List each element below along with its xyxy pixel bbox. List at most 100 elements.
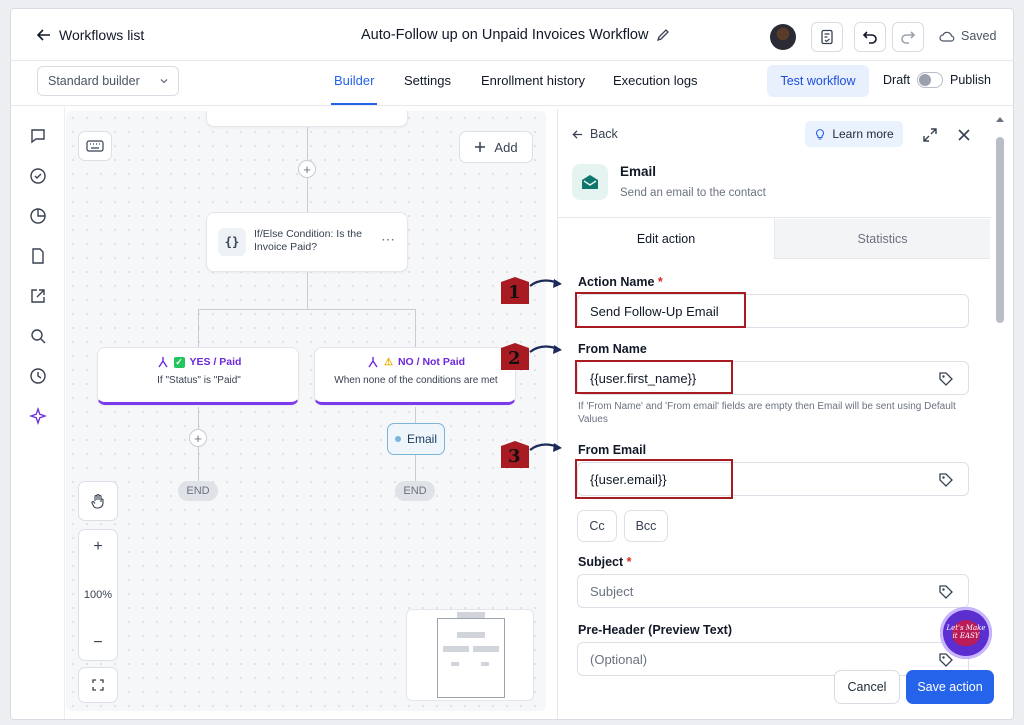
branch-no-node[interactable]: ⚠ NO / Not Paid When none of the conditi…: [314, 347, 516, 405]
branch-icon: [157, 357, 168, 368]
add-label: Add: [494, 139, 518, 155]
zoom-out-button[interactable]: −: [93, 634, 102, 652]
keyboard-shortcuts-button[interactable]: [78, 131, 112, 161]
save-action-button[interactable]: Save action: [906, 670, 994, 704]
annotation-number: 1: [508, 282, 521, 303]
close-icon[interactable]: [957, 128, 971, 142]
watermark-logo: Let's Make it EASY: [940, 607, 992, 659]
pie-chart-icon[interactable]: [29, 207, 47, 225]
undo-button[interactable]: [854, 22, 886, 52]
branch-yes-node[interactable]: ✓ YES / Paid If "Status" is "Paid": [97, 347, 299, 405]
pencil-icon[interactable]: [656, 28, 670, 42]
scroll-up-icon[interactable]: [995, 115, 1005, 123]
connector: [415, 407, 416, 423]
left-rail: [11, 107, 65, 719]
connector: [415, 455, 416, 481]
redo-button[interactable]: [892, 22, 924, 52]
email-node[interactable]: Email: [387, 423, 445, 455]
expand-icon[interactable]: [922, 127, 938, 143]
pan-mode-button[interactable]: [78, 481, 118, 521]
arrow-left-icon: [37, 29, 50, 41]
cc-button[interactable]: Cc: [577, 510, 617, 542]
tab-execution-logs[interactable]: Execution logs: [613, 73, 698, 88]
zoom-controls: + 100% −: [78, 529, 118, 661]
tab-enrollment-history[interactable]: Enrollment history: [481, 73, 585, 88]
branch-yes-title: YES / Paid: [189, 356, 242, 368]
fit-view-button[interactable]: [78, 667, 118, 703]
action-desc: Send an email to the contact: [620, 187, 766, 199]
preheader-placeholder: (Optional): [590, 651, 648, 667]
minimap-node: [457, 612, 485, 618]
minimap-node: [443, 646, 469, 652]
tab-builder[interactable]: Builder: [334, 73, 374, 88]
subject-placeholder: Subject: [590, 583, 634, 599]
panel-back-link[interactable]: Back: [572, 127, 618, 141]
highlight-box: [575, 459, 733, 499]
minimap-node: [451, 662, 459, 666]
divider: [558, 217, 991, 218]
document-check-button[interactable]: [811, 22, 843, 52]
connector: [415, 309, 416, 347]
zoom-level: 100%: [83, 589, 113, 601]
search-icon[interactable]: [29, 327, 47, 345]
scroll-thumb[interactable]: [996, 137, 1004, 323]
connector: [198, 447, 199, 481]
expand-icon: [92, 679, 104, 691]
envelope-icon: [582, 175, 598, 189]
highlight-box: [575, 360, 733, 394]
active-tab-indicator: [331, 103, 377, 105]
arrow-left-icon: [572, 129, 583, 139]
history-icon[interactable]: [29, 367, 47, 385]
condition-node[interactable]: {} If/Else Condition: Is the Invoice Pai…: [206, 212, 408, 272]
connector: [198, 309, 199, 347]
annotation-marker-3: 3: [500, 440, 562, 468]
subject-label: Subject *: [578, 555, 632, 569]
tab-statistics[interactable]: Statistics: [775, 219, 990, 259]
previous-node[interactable]: [206, 111, 408, 127]
avatar[interactable]: [770, 24, 796, 50]
tab-settings[interactable]: Settings: [404, 73, 451, 88]
tab-edit-action[interactable]: Edit action: [558, 219, 775, 259]
add-step-plus[interactable]: +: [189, 429, 207, 447]
panel-back-label: Back: [590, 127, 618, 141]
add-step-plus[interactable]: +: [298, 160, 316, 178]
subject-input[interactable]: Subject: [577, 574, 969, 608]
file-icon[interactable]: [29, 247, 47, 265]
hand-icon: [91, 493, 104, 509]
action-title: Email: [620, 164, 657, 179]
tag-icon[interactable]: [938, 584, 954, 600]
publish-toggle[interactable]: [917, 72, 943, 88]
panel-scrollbar[interactable]: [993, 113, 1007, 713]
from-email-label: From Email: [578, 443, 647, 457]
minimap-node: [481, 662, 489, 666]
from-name-label: From Name: [578, 342, 647, 356]
connector: [307, 272, 308, 309]
branch-yes-header: ✓ YES / Paid: [98, 356, 300, 368]
check-box-icon: ✓: [173, 356, 185, 368]
publish-label: Publish: [950, 73, 991, 87]
action-name-label-text: Action Name: [578, 275, 655, 289]
test-workflow-button[interactable]: Test workflow: [767, 65, 869, 97]
external-link-icon[interactable]: [29, 287, 47, 305]
add-node-button[interactable]: Add: [459, 131, 533, 163]
cloud-icon: [939, 31, 955, 42]
workflows-list-link[interactable]: Workflows list: [37, 27, 144, 43]
sparkle-icon[interactable]: [29, 407, 47, 425]
zoom-in-button[interactable]: +: [93, 538, 102, 556]
minimap[interactable]: [406, 609, 534, 701]
builder-mode-select[interactable]: Standard builder: [37, 66, 179, 96]
tag-icon[interactable]: [938, 371, 954, 387]
check-circle-icon[interactable]: [29, 167, 47, 185]
chat-icon[interactable]: [29, 127, 47, 145]
learn-more-button[interactable]: Learn more: [805, 121, 903, 147]
top-bar: Workflows list Auto-Follow up on Unpaid …: [11, 9, 1013, 61]
minimap-node: [457, 632, 485, 638]
saved-label: Saved: [961, 29, 997, 43]
action-name-label: Action Name *: [578, 275, 663, 289]
end-pill: END: [178, 481, 218, 501]
bcc-button[interactable]: Bcc: [624, 510, 668, 542]
workflow-canvas[interactable]: Add + {} If/Else Condition: Is the Invoi…: [66, 111, 546, 711]
tag-icon[interactable]: [938, 472, 954, 488]
more-options-icon[interactable]: ⋯: [381, 231, 395, 248]
cancel-button[interactable]: Cancel: [834, 670, 900, 704]
